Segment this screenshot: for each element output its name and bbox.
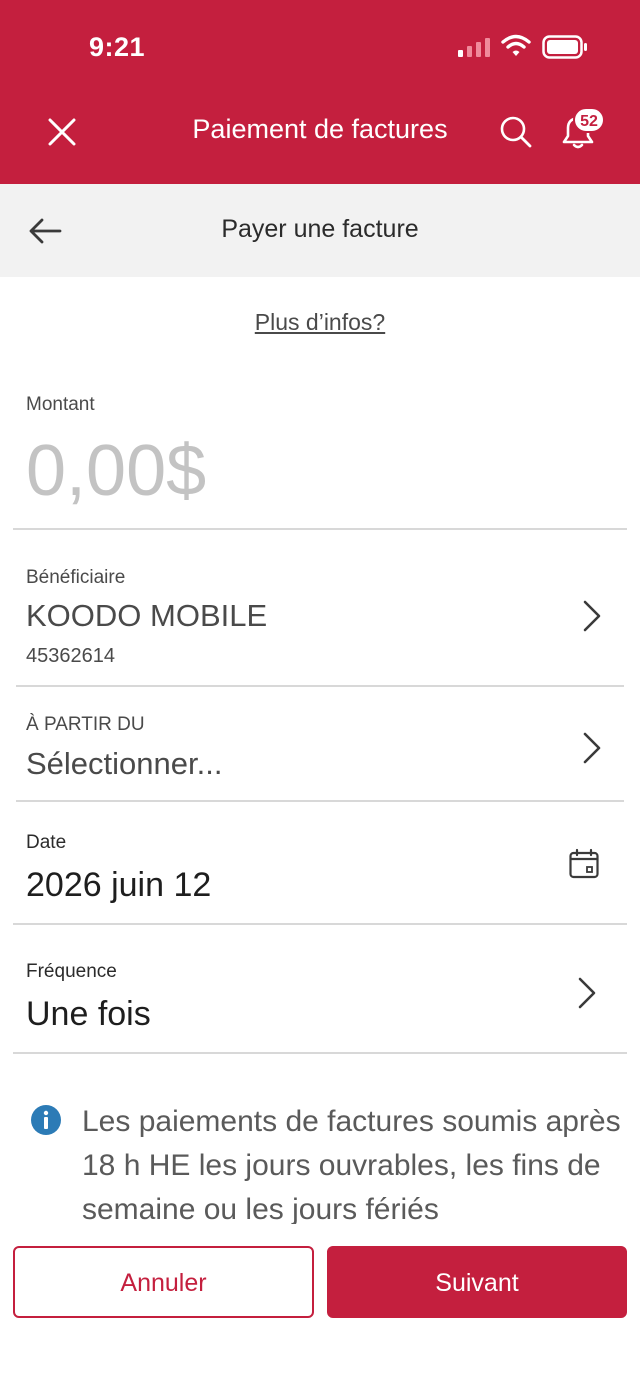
payee-label: Bénéficiaire <box>26 567 126 588</box>
amount-label: Montant <box>26 394 95 415</box>
divider <box>16 685 624 687</box>
divider <box>16 800 624 802</box>
calendar-icon[interactable] <box>568 848 600 880</box>
date-label: Date <box>26 832 67 853</box>
status-time: 9:21 <box>89 32 146 62</box>
more-info-link[interactable]: Plus d’infos? <box>0 309 640 336</box>
divider <box>13 528 627 530</box>
page-title: Paiement de factures <box>192 114 448 144</box>
info-message: Les paiements de factures soumis après 1… <box>82 1105 621 1224</box>
payee-name[interactable]: KOODO MOBILE <box>26 598 267 634</box>
chevron-right-icon[interactable] <box>575 975 599 1011</box>
wifi-icon <box>501 34 531 56</box>
from-account-label: À PARTIR DU <box>26 714 145 735</box>
sub-header: Payer une facture <box>0 184 640 277</box>
sub-header-title: Payer une facture <box>221 215 419 243</box>
chevron-right-icon[interactable] <box>580 598 604 634</box>
divider <box>13 923 627 925</box>
info-icon <box>31 1105 61 1135</box>
next-button[interactable]: Suivant <box>327 1246 627 1318</box>
app-header: 9:21 Paiement de factures 52 <box>0 0 640 184</box>
frequency-select[interactable]: Une fois <box>26 995 151 1034</box>
frequency-label: Fréquence <box>26 961 117 982</box>
signal-icon <box>458 38 490 57</box>
notification-badge: 52 <box>573 107 605 133</box>
divider <box>13 1052 627 1054</box>
battery-icon <box>542 35 587 59</box>
date-field[interactable]: 2026 juin 12 <box>26 866 211 905</box>
amount-input[interactable]: 0,00$ <box>26 430 206 512</box>
close-icon[interactable] <box>44 114 80 150</box>
chevron-right-icon[interactable] <box>580 730 604 766</box>
search-icon[interactable] <box>498 114 534 150</box>
cancel-button[interactable]: Annuler <box>13 1246 314 1318</box>
back-arrow-icon[interactable] <box>26 212 64 250</box>
payee-account-number: 45362614 <box>26 645 115 667</box>
from-account-select[interactable]: Sélectionner... <box>26 746 222 782</box>
